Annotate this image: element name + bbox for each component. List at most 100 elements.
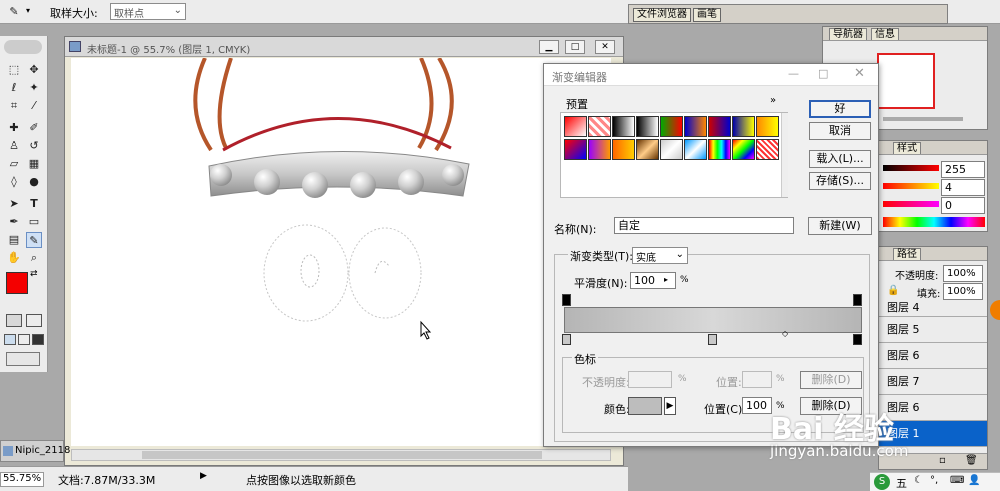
- move-tool-icon[interactable]: ✥: [26, 62, 42, 78]
- clone-stamp-tool-icon[interactable]: ♙: [6, 138, 22, 154]
- navigator-thumbnail[interactable]: [877, 53, 935, 109]
- opacity-stop-left-icon[interactable]: [562, 294, 571, 306]
- screen-mode-standard-icon[interactable]: [4, 334, 16, 345]
- eraser-tool-icon[interactable]: ▱: [6, 156, 22, 172]
- blue-value[interactable]: 0: [941, 197, 985, 214]
- stop-opacity-position-field[interactable]: [742, 371, 772, 388]
- green-slider[interactable]: [883, 183, 939, 189]
- preset-swatch[interactable]: [636, 116, 659, 137]
- type-tool-icon[interactable]: T: [26, 196, 42, 212]
- preset-swatch[interactable]: [708, 116, 731, 137]
- notes-tool-icon[interactable]: ▤: [6, 232, 22, 248]
- gradient-type-select[interactable]: 实底 ⌄: [632, 247, 688, 264]
- delete-opacity-stop-button[interactable]: 删除(D): [800, 371, 862, 389]
- preset-swatch[interactable]: [660, 139, 683, 160]
- red-value[interactable]: 255: [941, 161, 985, 178]
- tab-brushes[interactable]: 画笔: [693, 8, 721, 22]
- healing-brush-tool-icon[interactable]: ✚: [6, 120, 22, 136]
- ok-button[interactable]: 好: [809, 100, 871, 118]
- preset-swatch[interactable]: [684, 139, 707, 160]
- blur-tool-icon[interactable]: ◊: [6, 174, 22, 190]
- midpoint-diamond-icon[interactable]: ◇: [782, 329, 788, 338]
- tab-info[interactable]: 信息: [871, 28, 899, 40]
- hand-tool-icon[interactable]: ✋: [6, 250, 22, 266]
- magic-wand-tool-icon[interactable]: ✦: [26, 80, 42, 96]
- canvas[interactable]: [71, 58, 611, 446]
- dodge-tool-icon[interactable]: ●: [26, 174, 42, 190]
- preset-swatch[interactable]: [756, 139, 779, 160]
- preset-swatch[interactable]: [612, 116, 635, 137]
- preset-swatch[interactable]: [684, 116, 707, 137]
- ime-mode-label[interactable]: 五: [896, 475, 907, 491]
- stop-color-swatch[interactable]: [628, 397, 662, 415]
- lasso-tool-icon[interactable]: ℓ: [6, 80, 22, 96]
- lock-icon[interactable]: 🔒: [887, 285, 899, 296]
- pen-tool-icon[interactable]: ✒: [6, 214, 22, 230]
- layer-fill-field[interactable]: 100%: [943, 283, 983, 300]
- dialog-minimize-icon[interactable]: —: [788, 67, 799, 80]
- ime-moon-icon[interactable]: ☾: [914, 475, 923, 486]
- load-button[interactable]: 载入(L)...: [809, 150, 871, 168]
- green-value[interactable]: 4: [941, 179, 985, 196]
- presets-scrollbar[interactable]: [781, 113, 788, 197]
- preset-swatch[interactable]: [564, 139, 587, 160]
- cancel-button[interactable]: 取消: [809, 122, 871, 140]
- preset-swatch[interactable]: [612, 139, 635, 160]
- tab-paths[interactable]: 路径: [893, 248, 921, 260]
- stop-color-menu-icon[interactable]: ▶: [664, 397, 676, 415]
- path-selection-tool-icon[interactable]: ➤: [6, 196, 22, 212]
- history-brush-tool-icon[interactable]: ↺: [26, 138, 42, 154]
- preset-swatch[interactable]: [732, 139, 755, 160]
- eyedropper-tool-icon[interactable]: ✎: [6, 4, 22, 20]
- jump-to-imageready-icon[interactable]: [6, 352, 40, 366]
- gradient-tool-icon[interactable]: ▦: [26, 156, 42, 172]
- crop-tool-icon[interactable]: ⌗: [6, 98, 22, 114]
- name-field[interactable]: 自定: [614, 217, 794, 234]
- opacity-stop-right-icon[interactable]: [853, 294, 862, 306]
- stop-opacity-field[interactable]: [628, 371, 672, 388]
- preset-swatch[interactable]: [732, 116, 755, 137]
- layer-row[interactable]: 图层 6: [879, 395, 987, 421]
- tool-preset-arrow-icon[interactable]: ▾: [26, 6, 30, 15]
- ime-punct-icon[interactable]: °,: [930, 475, 938, 486]
- dialog-maximize-icon[interactable]: □: [818, 67, 828, 80]
- red-slider[interactable]: [883, 165, 939, 171]
- standard-mode-icon[interactable]: [6, 314, 22, 327]
- layer-row[interactable]: 图层 5: [879, 317, 987, 343]
- layer-row[interactable]: 图层 6: [879, 343, 987, 369]
- navigator-zoom-slider[interactable]: [883, 117, 963, 121]
- tab-styles[interactable]: 样式: [893, 142, 921, 154]
- preset-swatch[interactable]: [708, 139, 731, 160]
- trash-icon[interactable]: 🗑: [965, 455, 978, 466]
- zoom-field[interactable]: 55.75%: [0, 472, 44, 487]
- presets-menu-icon[interactable]: »: [770, 95, 776, 106]
- color-spectrum[interactable]: [883, 217, 985, 227]
- status-menu-arrow-icon[interactable]: ▶: [200, 471, 207, 481]
- layer-row[interactable]: 图层 7: [879, 369, 987, 395]
- zoom-tool-icon[interactable]: ⌕: [26, 250, 42, 266]
- close-button[interactable]: ✕: [595, 40, 615, 54]
- ime-logo-icon[interactable]: S: [874, 474, 890, 490]
- rectangle-tool-icon[interactable]: ▭: [26, 214, 42, 230]
- color-stop-left-icon[interactable]: [562, 334, 571, 345]
- quick-mask-mode-icon[interactable]: [26, 314, 42, 327]
- maximize-button[interactable]: □: [565, 40, 585, 54]
- tab-navigator[interactable]: 导航器: [829, 28, 867, 40]
- sample-size-select[interactable]: 取样点 ⌄: [110, 3, 186, 20]
- tab-file-browser[interactable]: 文件浏览器: [633, 8, 691, 22]
- preset-swatch[interactable]: [756, 116, 779, 137]
- minimize-button[interactable]: ▁: [539, 40, 559, 54]
- stop-position-field[interactable]: 100: [742, 397, 772, 414]
- preset-swatch[interactable]: [588, 116, 611, 137]
- preset-swatch[interactable]: [660, 116, 683, 137]
- preset-swatch[interactable]: [588, 139, 611, 160]
- foreground-color-swatch[interactable]: [6, 272, 28, 294]
- horizontal-scrollbar[interactable]: [71, 449, 611, 461]
- ime-user-icon[interactable]: 👤: [968, 475, 980, 486]
- layer-row[interactable]: 图层 4: [879, 301, 987, 317]
- screen-mode-full-icon[interactable]: [32, 334, 44, 345]
- brush-tool-icon[interactable]: ✐: [26, 120, 42, 136]
- scroll-thumb[interactable]: [142, 451, 542, 459]
- color-stop-right-icon[interactable]: [853, 334, 862, 345]
- minimized-document[interactable]: Nipic_2118: [0, 440, 70, 462]
